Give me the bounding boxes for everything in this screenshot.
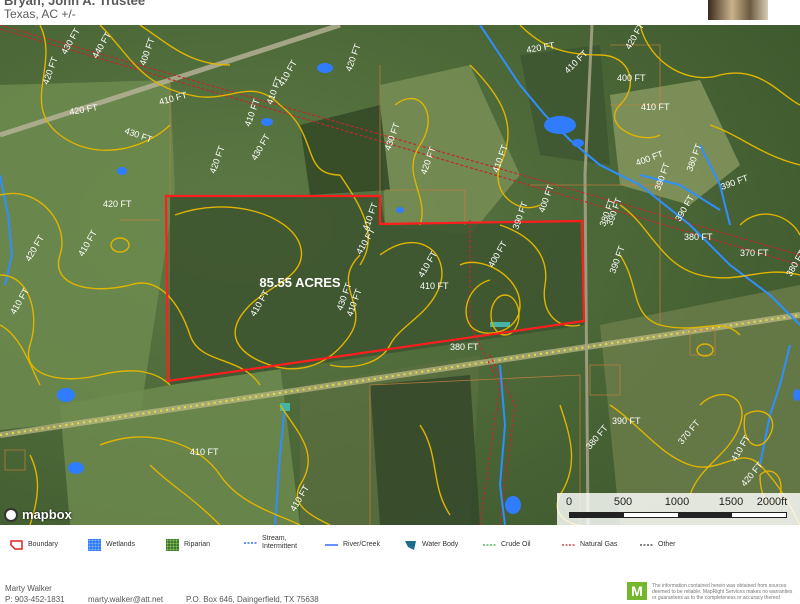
satellite-map[interactable]: 420 FT 430 FT 440 FT 420 FT 430 FT 410 FT 420 … (0, 25, 800, 525)
scale-tick-label: 1500 (718, 496, 744, 508)
water-body-icon (405, 541, 416, 550)
mapbox-logo-icon (4, 507, 18, 522)
scale-bar: 0 500 1000 1500 2000ft (557, 493, 800, 525)
property-location-subtitle: Texas, AC +/- (4, 7, 76, 21)
river-creek-icon (325, 544, 338, 546)
legend-item-crude-oil[interactable]: Crude Oil (483, 539, 531, 551)
contour-elevation-label: 400 FT (617, 73, 646, 83)
legend-item-stream-intermittent[interactable]: Stream, Intermittent (244, 535, 297, 551)
property-photo-thumbnail[interactable] (708, 0, 768, 20)
parcel-acreage-label[interactable]: 85.55 ACRES (259, 275, 340, 290)
map-legend: Boundary Wetlands Riparian Stream, Inter… (0, 530, 800, 560)
stream-intermittent-icon (244, 542, 257, 544)
contour-elevation-label: 410 FT (641, 102, 670, 112)
contour-elevation-label: 390 FT (612, 416, 641, 426)
woods-south (370, 375, 480, 525)
legend-item-boundary[interactable]: Boundary (10, 539, 58, 551)
scale-bar-graphic (569, 512, 787, 518)
agent-name: Marty Walker (5, 584, 52, 593)
legend-item-river-creek[interactable]: River/Creek (325, 539, 380, 551)
contour-elevation-label: 420 FT (103, 199, 132, 209)
scale-tick-label: 2000ft (756, 496, 788, 508)
contour-elevation-label: 410 FT (190, 447, 219, 457)
wetlands-icon (88, 539, 101, 551)
riparian-icon (166, 539, 179, 551)
crude-oil-icon (483, 544, 496, 546)
legend-item-riparian[interactable]: Riparian (166, 539, 210, 551)
disclaimer-text: The information contained herein was obt… (652, 583, 793, 601)
mapright-logo-icon: M (627, 582, 647, 600)
boundary-icon (10, 540, 23, 550)
contour-elevation-label: 380 FT (450, 342, 479, 352)
legend-item-wetlands[interactable]: Wetlands (88, 539, 135, 551)
natural-gas-icon (562, 544, 575, 546)
legend-item-water-body[interactable]: Water Body (404, 539, 458, 551)
scale-tick-label: 1000 (664, 496, 690, 508)
contour-elevation-label: 410 FT (420, 281, 449, 291)
footer: Marty Walker P: 903-452-1831 marty.walke… (0, 578, 800, 604)
header: Bryan, John A. Trustee Texas, AC +/- (0, 0, 800, 24)
contour-elevation-label: 380 FT (684, 232, 713, 242)
contour-elevation-label: 370 FT (740, 248, 769, 258)
scale-tick-label: 500 (613, 496, 633, 508)
other-line-icon (640, 544, 653, 546)
scale-tick-label: 0 (565, 496, 573, 508)
mapbox-attribution[interactable]: mapbox (4, 507, 72, 522)
legend-item-natural-gas[interactable]: Natural Gas (562, 539, 617, 551)
legend-item-other[interactable]: Other (640, 539, 676, 551)
mapbox-attribution-text: mapbox (22, 507, 72, 522)
